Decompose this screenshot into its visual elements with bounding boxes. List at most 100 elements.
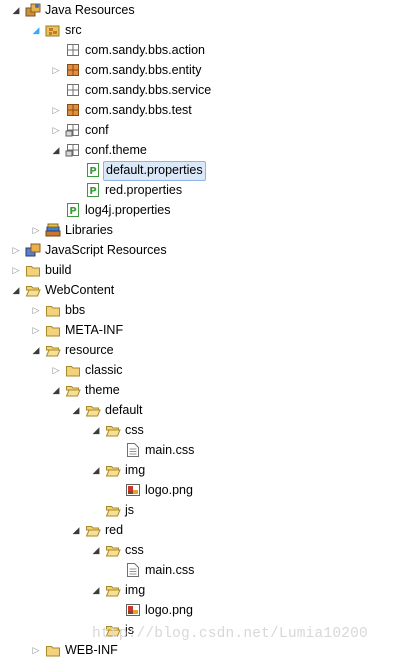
tree-item-label: img [125, 583, 146, 597]
collapse-arrow-icon[interactable]: ◢ [9, 3, 23, 17]
expand-arrow-icon[interactable]: ▷ [29, 223, 43, 237]
tree-item-label: classic [85, 363, 123, 377]
expand-arrow-icon[interactable]: ▷ [49, 63, 63, 77]
collapse-arrow-icon[interactable]: ◢ [89, 583, 103, 597]
tree-item-com-sandy-bbs-service[interactable]: com.sandy.bbs.service [0, 80, 415, 100]
tree-item-label: main.css [145, 443, 195, 457]
tree-item-conf[interactable]: ▷ conf [0, 120, 415, 140]
open-folder-icon [45, 342, 61, 358]
tree-item-src[interactable]: ◢ src [0, 20, 415, 40]
source-folder-icon [45, 22, 61, 38]
tree-item-main-css[interactable]: main.css [0, 440, 415, 460]
expand-arrow-icon[interactable]: ▷ [29, 323, 43, 337]
tree-item-logo-png[interactable]: logo.png [0, 600, 415, 620]
expand-arrow-icon[interactable]: ▷ [49, 123, 63, 137]
collapse-arrow-icon[interactable]: ◢ [49, 383, 63, 397]
tree-item-label: bbs [65, 303, 86, 317]
java-resources-icon [25, 2, 41, 18]
tree-item-label: resource [65, 343, 114, 357]
image-file-icon [125, 482, 141, 498]
resource-package-icon [65, 142, 81, 158]
collapse-arrow-icon[interactable]: ◢ [29, 343, 43, 357]
tree-item-theme[interactable]: ◢ theme [0, 380, 415, 400]
collapse-arrow-icon[interactable]: ◢ [69, 523, 83, 537]
collapse-arrow-icon[interactable]: ◢ [89, 543, 103, 557]
tree-item-conf-theme[interactable]: ◢ conf.theme [0, 140, 415, 160]
tree-item-label: main.css [145, 563, 195, 577]
expand-arrow-icon[interactable]: ▷ [9, 243, 23, 257]
tree-item-logo-png[interactable]: logo.png [0, 480, 415, 500]
tree-item-label: red.properties [105, 183, 183, 197]
tree-item-build[interactable]: ▷ build [0, 260, 415, 280]
tree-item-label: log4j.properties [85, 203, 171, 217]
tree-item-label: WEB-INF [65, 643, 118, 657]
tree-item-meta-inf[interactable]: ▷ META-INF [0, 320, 415, 340]
collapse-arrow-icon[interactable]: ◢ [29, 23, 43, 37]
tree-item-red[interactable]: ◢ red [0, 520, 415, 540]
folder-icon [45, 302, 61, 318]
package-icon [65, 62, 81, 78]
javascript-resources-icon [25, 242, 41, 258]
tree-item-default-properties[interactable]: Pdefault.properties [0, 160, 415, 181]
tree-item-com-sandy-bbs-entity[interactable]: ▷ com.sandy.bbs.entity [0, 60, 415, 80]
expand-arrow-icon[interactable]: ▷ [29, 303, 43, 317]
open-folder-icon [105, 542, 121, 558]
tree-item-webcontent[interactable]: ◢ WebContent [0, 280, 415, 300]
tree-item-com-sandy-bbs-test[interactable]: ▷ com.sandy.bbs.test [0, 100, 415, 120]
tree-item-label: logo.png [145, 603, 193, 617]
open-folder-icon [105, 462, 121, 478]
collapse-arrow-icon[interactable]: ◢ [69, 403, 83, 417]
tree-item-libraries[interactable]: ▷ Libraries [0, 220, 415, 240]
tree-item-css[interactable]: ◢ css [0, 420, 415, 440]
collapse-arrow-icon[interactable]: ◢ [9, 283, 23, 297]
libraries-icon [45, 222, 61, 238]
resource-package-icon [65, 122, 81, 138]
tree-item-label: com.sandy.bbs.service [85, 83, 212, 97]
collapse-arrow-icon[interactable]: ◢ [89, 463, 103, 477]
tree-item-label: com.sandy.bbs.action [85, 43, 205, 57]
folder-icon [25, 262, 41, 278]
tree-item-label: css [125, 423, 144, 437]
tree-item-default[interactable]: ◢ default [0, 400, 415, 420]
tree-item-main-css[interactable]: main.css [0, 560, 415, 580]
tree-item-label: JavaScript Resources [45, 243, 167, 257]
properties-file-icon: P [85, 162, 101, 178]
folder-icon [65, 362, 81, 378]
tree-item-java-resources[interactable]: ◢ Java Resources [0, 0, 415, 20]
tree-item-web-inf[interactable]: ▷ WEB-INF [0, 640, 415, 660]
collapse-arrow-icon[interactable]: ◢ [49, 143, 63, 157]
tree-item-label: Java Resources [45, 3, 135, 17]
open-folder-icon [65, 382, 81, 398]
tree-item-bbs[interactable]: ▷ bbs [0, 300, 415, 320]
tree-item-js[interactable]: js [0, 500, 415, 520]
tree-item-label: conf [85, 123, 109, 137]
folder-icon [45, 322, 61, 338]
expand-arrow-icon[interactable]: ▷ [49, 103, 63, 117]
empty-package-icon [65, 42, 81, 58]
tree-item-red-properties[interactable]: Pred.properties [0, 180, 415, 200]
expand-arrow-icon[interactable]: ▷ [29, 643, 43, 657]
tree-item-css[interactable]: ◢ css [0, 540, 415, 560]
tree-item-com-sandy-bbs-action[interactable]: com.sandy.bbs.action [0, 40, 415, 60]
open-folder-icon [85, 402, 101, 418]
tree-item-classic[interactable]: ▷ classic [0, 360, 415, 380]
tree-item-log4j-properties[interactable]: Plog4j.properties [0, 200, 415, 220]
expand-arrow-icon[interactable]: ▷ [49, 363, 63, 377]
tree-item-resource[interactable]: ◢ resource [0, 340, 415, 360]
folder-icon [45, 642, 61, 658]
tree-item-img[interactable]: ◢ img [0, 580, 415, 600]
tree-item-img[interactable]: ◢ img [0, 460, 415, 480]
collapse-arrow-icon[interactable]: ◢ [89, 423, 103, 437]
expand-arrow-icon[interactable]: ▷ [9, 263, 23, 277]
properties-file-icon: P [85, 182, 101, 198]
open-folder-icon [105, 502, 121, 518]
tree-item-javascript-resources[interactable]: ▷ JavaScript Resources [0, 240, 415, 260]
svg-text:P: P [89, 186, 96, 197]
